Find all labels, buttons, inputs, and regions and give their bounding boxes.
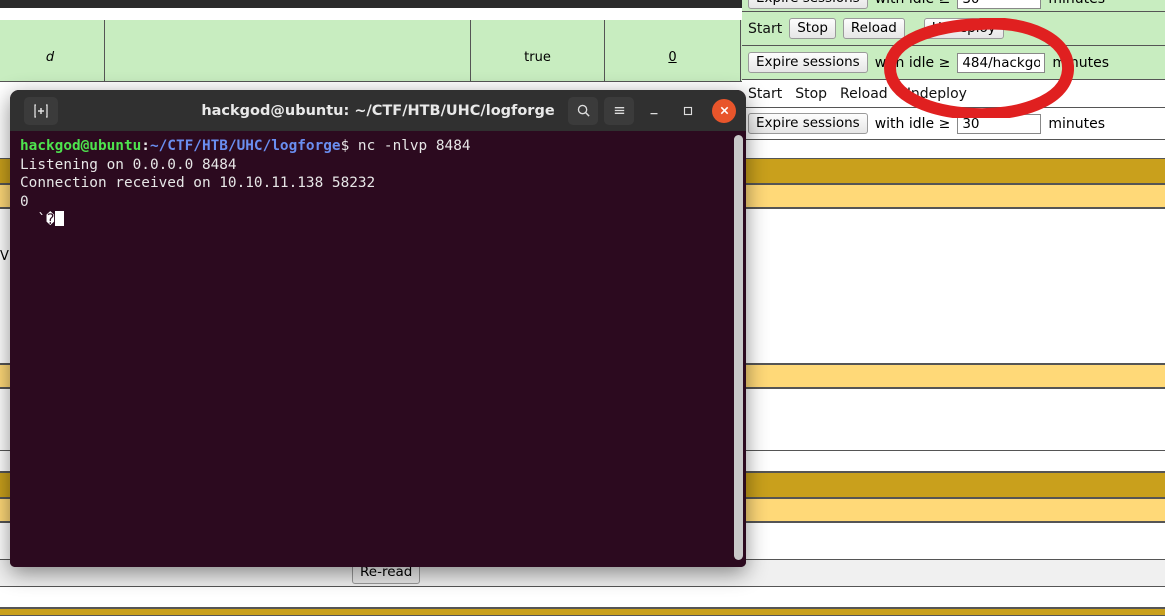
section-header-band-3 <box>0 608 1165 616</box>
with-idle-label: with idle ≥ <box>874 54 951 71</box>
cell-sessions: 0 <box>605 50 740 65</box>
start-label-disabled-2: Start <box>748 85 783 102</box>
terminal-cursor <box>54 211 64 227</box>
with-idle-label-2: with idle ≥ <box>874 115 951 132</box>
terminal-last-line: `� <box>20 212 55 229</box>
search-icon[interactable] <box>568 96 598 125</box>
section-body-band-5 <box>0 586 1165 608</box>
minutes-label-2: minutes <box>1048 115 1105 132</box>
reload-button[interactable]: Reload <box>842 17 905 40</box>
idle-minutes-input-cut[interactable] <box>957 0 1042 9</box>
maximize-icon[interactable] <box>674 97 702 125</box>
stop-label-disabled: Stop <box>795 85 828 102</box>
cell-path-fragment: d <box>45 50 55 65</box>
terminal-window-controls <box>568 90 736 131</box>
commands-row-active-expire: Expire sessions with idle ≥ minutes <box>742 46 1165 80</box>
commands-row-disabled-expire: Expire sessions with idle ≥ minutes <box>742 108 1165 140</box>
minutes-label: minutes <box>1052 54 1109 71</box>
new-tab-icon[interactable] <box>24 96 58 125</box>
terminal-prompt-user: hackgod@ubuntu <box>20 138 142 154</box>
commands-row-active-buttons: Start Stop Reload Undeploy <box>742 12 1165 46</box>
column-divider <box>740 20 741 81</box>
expire-sessions-button-cut[interactable]: Expire sessions <box>748 0 868 10</box>
minutes-label-cut: minutes <box>1048 0 1105 7</box>
terminal-prompt-sigil: $ <box>340 138 350 154</box>
cell-running: true <box>524 50 551 65</box>
with-idle-label-cut: with idle ≥ <box>875 0 951 7</box>
expire-sessions-button-2[interactable]: Expire sessions <box>748 112 868 135</box>
undeploy-label-disabled: Undeploy <box>900 85 967 102</box>
hamburger-menu-icon[interactable] <box>604 96 634 125</box>
start-label-disabled: Start <box>748 20 783 37</box>
terminal-window[interactable]: hackgod@ubuntu: ~/CTF/HTB/UHC/logforge h… <box>10 90 746 567</box>
commands-row-disabled-buttons: Start Stop Reload Undeploy <box>742 80 1165 108</box>
terminal-output-line: Listening on 0.0.0.0 8484 <box>20 156 237 173</box>
terminal-prompt-colon: : <box>141 138 150 154</box>
terminal-prompt-path: ~/CTF/HTB/UHC/logforge <box>149 138 341 154</box>
stop-button[interactable]: Stop <box>789 17 836 40</box>
terminal-command: nc -nlvp 8484 <box>349 138 471 154</box>
expire-sessions-button[interactable]: Expire sessions <box>748 51 868 74</box>
reload-label-disabled: Reload <box>840 85 888 102</box>
commands-column: Expire sessions with idle ≥ minutes Star… <box>742 0 1165 140</box>
column-divider <box>104 20 105 81</box>
terminal-output-line: Connection received on 10.10.11.138 5823… <box>20 175 376 192</box>
terminal-scrollbar[interactable] <box>734 135 743 560</box>
minimize-icon[interactable] <box>640 97 668 125</box>
commands-row-cut: Expire sessions with idle ≥ minutes <box>742 0 1165 12</box>
close-icon[interactable] <box>712 98 736 123</box>
terminal-title-bar[interactable]: hackgod@ubuntu: ~/CTF/HTB/UHC/logforge <box>10 90 746 131</box>
terminal-output-line: 0 <box>20 193 29 210</box>
idle-minutes-input-2[interactable] <box>957 113 1042 134</box>
sessions-link[interactable]: 0 <box>668 50 676 65</box>
truncated-left-label: V <box>0 249 9 264</box>
terminal-output[interactable]: hackgod@ubuntu:~/CTF/HTB/UHC/logforge$ n… <box>10 131 746 567</box>
undeploy-button[interactable]: Undeploy <box>923 17 1004 40</box>
idle-minutes-input[interactable] <box>957 52 1046 73</box>
